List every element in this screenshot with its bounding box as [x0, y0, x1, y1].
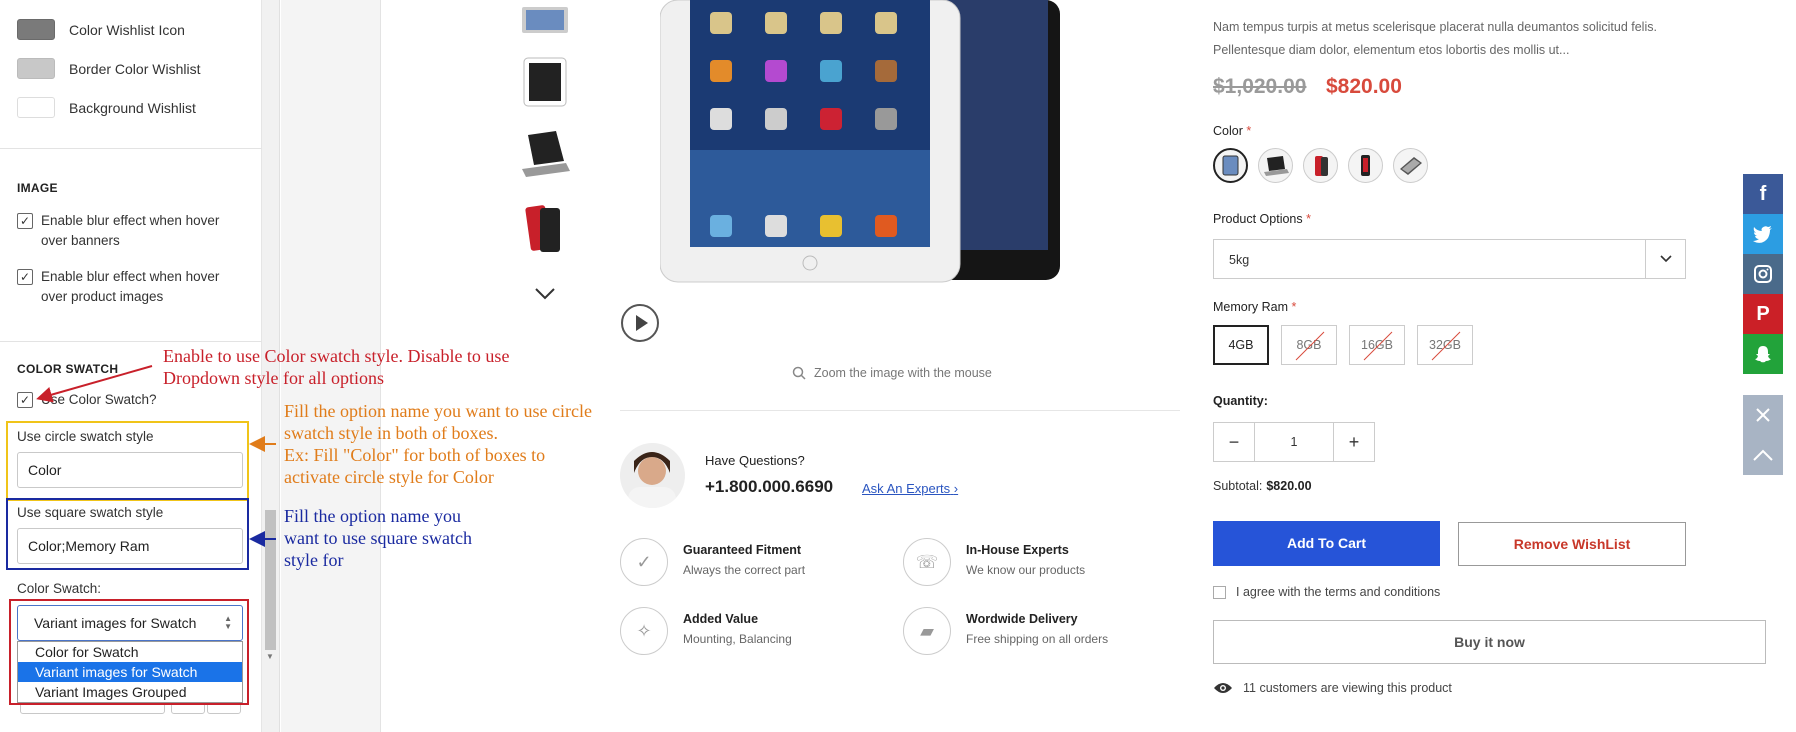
terms-label: I agree with the terms and conditions: [1236, 585, 1441, 599]
eye-icon: [1214, 683, 1232, 693]
option-label: Enable blur effect when hover over banner…: [41, 213, 220, 248]
twitter-icon[interactable]: [1743, 214, 1783, 254]
annotation-color-swatch: Enable to use Color swatch style. Disabl…: [163, 346, 510, 388]
price-new: $820.00: [1326, 75, 1402, 98]
checkbox-checked-icon[interactable]: ✓: [17, 392, 33, 408]
feature-item: ▰ Wordwide Delivery Free shipping on all …: [903, 607, 1108, 655]
color-swatch-icon[interactable]: [17, 97, 55, 118]
use-color-swatch-option[interactable]: ✓ Use Color Swatch?: [17, 390, 247, 410]
memory-option-32gb[interactable]: 32GB: [1417, 325, 1473, 365]
ask-expert-link[interactable]: Ask An Experts ›: [862, 481, 958, 496]
main-product-image[interactable]: [660, 0, 1130, 304]
color-swatch-icon[interactable]: [17, 19, 55, 40]
section-title-color-swatch: COLOR SWATCH: [17, 362, 119, 376]
section-title-image: IMAGE: [17, 181, 58, 195]
phone-icon: ☏: [903, 538, 951, 586]
chevron-right-icon: ›: [953, 481, 959, 496]
color-swatch-silver[interactable]: [1393, 148, 1428, 183]
pinterest-icon[interactable]: P: [1743, 294, 1783, 334]
scroll-down-arrow-icon[interactable]: ▼: [266, 652, 274, 661]
divider: [620, 410, 1180, 411]
checkbox-checked-icon[interactable]: ✓: [17, 213, 33, 229]
scroll-top-icon[interactable]: [1743, 435, 1783, 475]
setting-label: Background Wishlist: [69, 99, 196, 116]
option-label: Enable blur effect when hover over produc…: [41, 269, 220, 304]
memory-ram-label: Memory Ram *: [1213, 300, 1297, 314]
zoom-hint: Zoom the image with the mouse: [792, 366, 992, 380]
zoom-icon: [792, 366, 806, 380]
setting-label: Border Color Wishlist: [69, 60, 201, 77]
feature-item: ✧ Added Value Mounting, Balancing: [620, 607, 792, 655]
blur-banners-option[interactable]: ✓ Enable blur effect when hover over bann…: [17, 211, 247, 251]
close-icon[interactable]: [1743, 395, 1783, 435]
color-swatch-laptop[interactable]: [1258, 148, 1293, 183]
divider: [0, 341, 262, 342]
feature-item: ✓ Guaranteed Fitment Always the correct p…: [620, 538, 805, 586]
color-swatch-black[interactable]: [1348, 148, 1383, 183]
product-options-select[interactable]: 5kg: [1213, 239, 1686, 279]
color-swatch-ipad[interactable]: [1213, 148, 1248, 183]
help-title: Have Questions?: [705, 453, 805, 468]
price-old: $1,020.00: [1213, 75, 1307, 98]
viewing-indicator: 11 customers are viewing this product: [1213, 681, 1452, 695]
quantity-value[interactable]: 1: [1254, 423, 1334, 461]
facebook-icon[interactable]: f: [1743, 174, 1783, 214]
wishlist-background-setting[interactable]: Background Wishlist: [17, 97, 196, 118]
memory-option-16gb[interactable]: 16GB: [1349, 325, 1405, 365]
terms-agreement[interactable]: I agree with the terms and conditions: [1213, 585, 1440, 599]
checkbox-unchecked-icon[interactable]: [1213, 585, 1226, 599]
subtotal: Subtotal: $820.00: [1213, 479, 1312, 493]
annotation-square-swatch: Fill the option name you want to use squa…: [284, 506, 472, 570]
quantity-stepper[interactable]: − 1 +: [1213, 422, 1375, 462]
color-option-label: Color *: [1213, 124, 1252, 138]
chevron-down-icon[interactable]: [534, 287, 556, 301]
thumbnail-ipad-keyboard[interactable]: [516, 125, 574, 187]
support-avatar: [620, 443, 685, 508]
thumbnail-ipad-colors[interactable]: [516, 198, 574, 260]
instagram-icon[interactable]: [1743, 254, 1783, 294]
product-options-label: Product Options *: [1213, 212, 1311, 226]
memory-option-8gb[interactable]: 8GB: [1281, 325, 1337, 365]
color-swatch-red[interactable]: [1303, 148, 1338, 183]
option-label: Use Color Swatch?: [41, 392, 157, 407]
plus-icon[interactable]: +: [1334, 423, 1374, 461]
scrollbar-thumb[interactable]: [265, 510, 276, 650]
checkbox-checked-icon[interactable]: ✓: [17, 269, 33, 285]
thumbnail-ipad-front[interactable]: [516, 0, 574, 52]
feature-item: ☏ In-House Experts We know our products: [903, 538, 1085, 586]
page-root: Color Wishlist Icon Border Color Wishlis…: [0, 0, 1796, 732]
wishlist-icon-color-setting[interactable]: Color Wishlist Icon: [17, 19, 185, 40]
remove-wishlist-button[interactable]: Remove WishList: [1458, 522, 1686, 566]
minus-icon[interactable]: −: [1214, 423, 1254, 461]
product-description: Nam tempus turpis at metus scelerisque p…: [1213, 20, 1657, 57]
wishlist-border-color-setting[interactable]: Border Color Wishlist: [17, 58, 200, 79]
color-swatch-icon[interactable]: [17, 58, 55, 79]
setting-label: Color Wishlist Icon: [69, 21, 185, 38]
square-swatch-highlight: [6, 498, 249, 570]
add-to-cart-button[interactable]: Add To Cart: [1213, 521, 1440, 566]
buy-now-button[interactable]: Buy it now: [1213, 620, 1766, 664]
annotation-circle-swatch: Fill the option name you want to use cir…: [284, 401, 592, 487]
wrench-icon: ✧: [620, 607, 668, 655]
select-value: 5kg: [1229, 253, 1250, 267]
zoom-text: Zoom the image with the mouse: [814, 366, 992, 380]
memory-option-4gb[interactable]: 4GB: [1213, 325, 1269, 365]
video-play-button[interactable]: [621, 304, 659, 342]
help-phone: +1.800.000.6690: [705, 477, 834, 496]
play-icon: [636, 315, 648, 331]
select-highlight: [9, 599, 249, 705]
chevron-down-icon: [1645, 240, 1685, 278]
checkmark-icon: ✓: [620, 538, 668, 586]
color-swatch-select-label: Color Swatch:: [17, 581, 102, 596]
blur-products-option[interactable]: ✓ Enable blur effect when hover over prod…: [17, 267, 247, 307]
snapchat-icon[interactable]: [1743, 334, 1783, 374]
truck-icon: ▰: [903, 607, 951, 655]
thumbnail-ipad-white[interactable]: [516, 50, 574, 112]
circle-swatch-highlight: [6, 421, 249, 501]
quantity-label: Quantity:: [1213, 394, 1268, 408]
divider: [0, 148, 262, 149]
